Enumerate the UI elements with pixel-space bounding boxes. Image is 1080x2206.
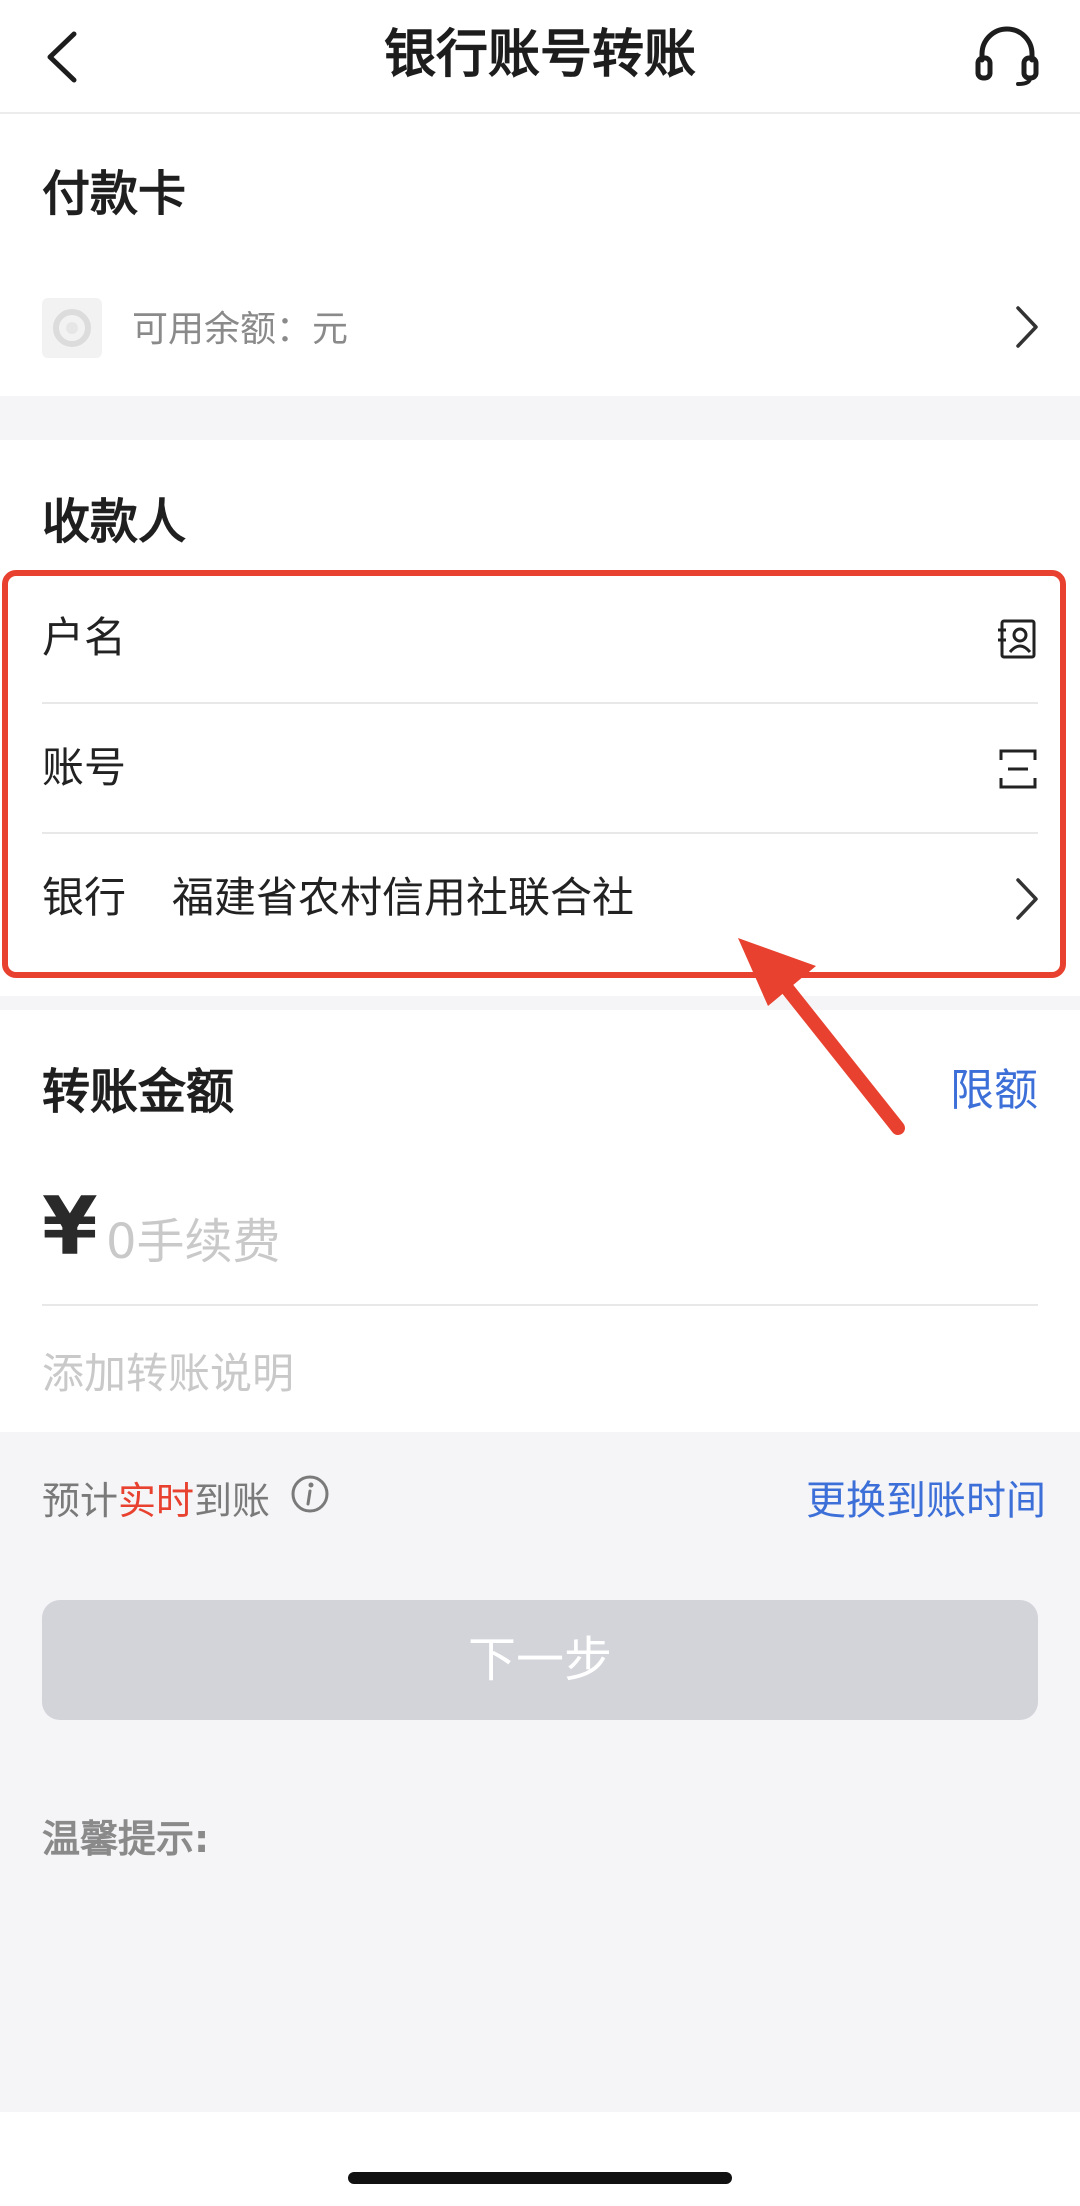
tips-heading: 温馨提示:	[42, 1817, 210, 1861]
page-title: 银行账号转账	[383, 25, 696, 85]
home-bar-area	[0, 2112, 1080, 2206]
payee-bank-value: 福建省农村信用社联合社	[172, 873, 635, 922]
payee-name-label: 户名	[42, 613, 127, 662]
payee-bank-row[interactable]: 银行 福建省农村信用社联合社	[42, 834, 1038, 962]
payer-heading: 付款卡	[42, 166, 187, 222]
chevron-right-icon	[1016, 878, 1038, 920]
payee-section: 收款人 户名 账号 银行 福建省农村信用社联合社	[0, 440, 1080, 996]
arrival-highlight: 实时	[118, 1479, 195, 1523]
limit-link[interactable]: 限额	[950, 1054, 1038, 1118]
currency-symbol: ¥	[42, 1180, 98, 1273]
change-arrival-time-link[interactable]: 更换到账时间	[806, 1468, 1046, 1526]
contact-book-icon[interactable]	[998, 618, 1038, 660]
arrival-prefix: 预计	[42, 1479, 119, 1523]
chevron-right-icon	[1016, 306, 1038, 348]
scan-icon[interactable]	[998, 748, 1038, 790]
divider	[42, 1304, 1038, 1306]
payee-heading: 收款人	[42, 494, 187, 550]
arrival-estimate: 预计实时到账	[42, 1470, 270, 1525]
home-indicator[interactable]	[348, 2172, 732, 2184]
amount-heading: 转账金额	[42, 1064, 235, 1120]
nav-bar: 银行账号转账	[0, 0, 1080, 114]
payee-account-row: 账号	[42, 704, 1038, 832]
payer-card-row[interactable]: 可用余额：元	[0, 286, 1080, 372]
payee-name-input[interactable]	[172, 574, 972, 702]
available-balance: 可用余额：元	[132, 309, 349, 350]
chevron-left-icon[interactable]	[36, 22, 96, 92]
bank-logo-icon	[42, 298, 102, 358]
payee-account-input[interactable]	[172, 704, 972, 832]
arrival-suffix: 到账	[194, 1479, 271, 1523]
transfer-note-input[interactable]: 添加转账说明	[42, 1340, 294, 1401]
payee-bank-label: 银行	[42, 873, 127, 922]
amount-input[interactable]: 0手续费	[106, 1202, 281, 1272]
payer-section: 付款卡 可用余额：元	[0, 114, 1080, 396]
next-step-button[interactable]: 下一步	[42, 1600, 1038, 1720]
info-icon[interactable]	[290, 1474, 330, 1514]
headset-icon[interactable]	[972, 24, 1042, 88]
amount-section: 转账金额 限额 ¥ 0手续费 添加转账说明	[0, 1010, 1080, 1432]
payee-name-row: 户名	[42, 574, 1038, 702]
payee-account-label: 账号	[42, 743, 127, 792]
